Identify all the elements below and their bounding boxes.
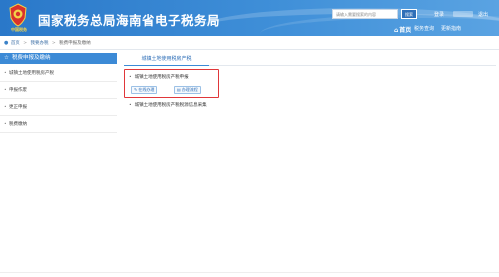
sidebar-item-label: 城镇土地使用税房产税 [9, 71, 54, 76]
sidebar-item-label: 税费缴纳 [9, 122, 27, 127]
login-link[interactable]: 登录 [434, 11, 444, 18]
list-item-label: 城镇土地使用税房产税税源信息采集 [134, 103, 207, 108]
sidebar-title-label: 税费申报及缴纳 [11, 55, 51, 61]
breadcrumb-current: 税费申报及缴纳 [59, 41, 91, 46]
logout-link[interactable]: 退出 [478, 11, 488, 18]
sidebar-item-void-declaration[interactable]: • 申报作废 [0, 82, 117, 99]
bullet-icon: • [4, 88, 7, 93]
list-item-declaration[interactable]: • 城镇土地使用税房产税申报 [129, 74, 189, 80]
view-process-label: 办理流程 [181, 87, 198, 92]
site-header: 中国税务 国家税务总局海南省电子税务局 请输入需要搜索的内容 搜索 登录 退出 … [0, 0, 499, 36]
bullet-icon: • [129, 103, 132, 108]
user-name-redacted [453, 11, 473, 17]
bullet-icon: • [4, 71, 7, 76]
sidebar-item-label: 更正申报 [9, 105, 27, 110]
breadcrumb-tax-service[interactable]: 我要办税 [30, 41, 48, 46]
home-icon: ⌂ [394, 27, 399, 34]
site-title: 国家税务总局海南省电子税务局 [38, 13, 221, 28]
tab-active-underline [124, 65, 209, 66]
bullet-icon: • [129, 75, 132, 80]
footer-divider [0, 272, 499, 273]
nav-home-label: 首页 [399, 27, 412, 34]
sidebar-item-correct-declaration[interactable]: • 更正申报 [0, 99, 117, 116]
nav-check[interactable]: 税务查询 [414, 25, 434, 32]
tab-divider [209, 65, 496, 66]
tab-land-property-tax[interactable]: 城镇土地使用税房产税 [124, 54, 209, 65]
process-icon: ▤ [177, 87, 181, 92]
emblem-caption: 中国税务 [11, 27, 27, 32]
search-input[interactable]: 请输入需要搜索的内容 [332, 9, 398, 19]
online-fill-button[interactable]: ✎在线办理 [131, 86, 158, 94]
sidebar-title: ☆ 税费申报及缴纳 [0, 53, 117, 64]
location-pin-icon: ● [4, 40, 9, 46]
sidebar-item-tax-payment[interactable]: • 税费缴纳 [0, 116, 117, 133]
breadcrumb: ● 首页 > 我要办税 > 税费申报及缴纳 [4, 40, 91, 48]
breadcrumb-divider [0, 49, 499, 50]
breadcrumb-separator: > [51, 41, 56, 46]
tax-emblem-icon [9, 3, 27, 27]
nav-home[interactable]: ⌂首页 [394, 25, 411, 34]
view-process-button[interactable]: ▤办理流程 [174, 86, 201, 94]
breadcrumb-home[interactable]: 首页 [11, 41, 20, 46]
list-item-source-info[interactable]: • 城镇土地使用税房产税税源信息采集 [129, 102, 207, 108]
list-item-label: 城镇土地使用税房产税申报 [134, 75, 189, 80]
sidebar-item-land-property-tax[interactable]: • 城镇土地使用税房产税 [0, 65, 117, 82]
nav-guide[interactable]: 更新指南 [441, 25, 461, 32]
star-icon: ☆ [4, 55, 9, 61]
sidebar-item-label: 申报作废 [9, 88, 27, 93]
breadcrumb-separator: > [23, 41, 28, 46]
bullet-icon: • [4, 122, 7, 127]
bullet-icon: • [4, 105, 7, 110]
edit-icon: ✎ [134, 87, 138, 92]
search-button[interactable]: 搜索 [401, 9, 417, 19]
online-fill-label: 在线办理 [138, 87, 155, 92]
